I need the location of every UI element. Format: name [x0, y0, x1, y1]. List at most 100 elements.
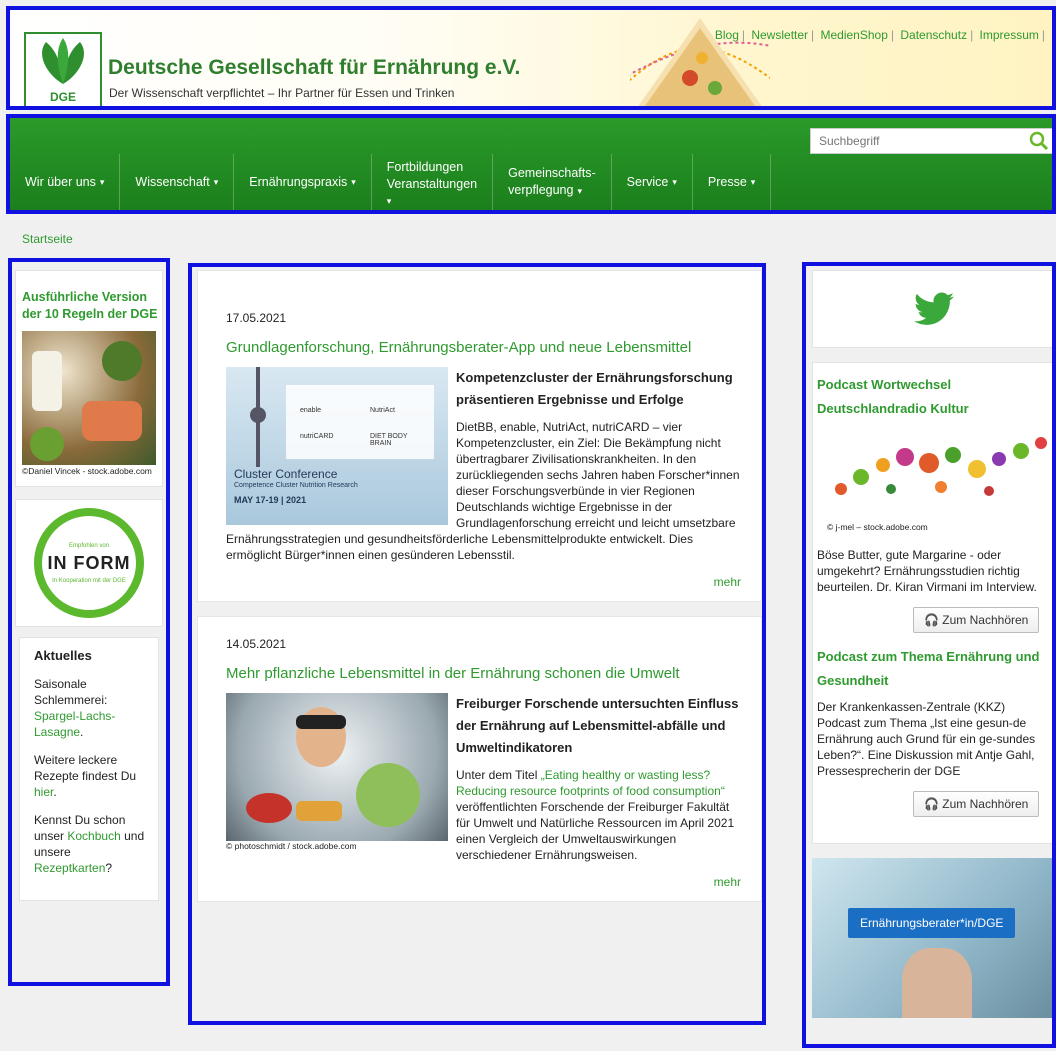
link-impressum[interactable]: Impressum	[980, 28, 1039, 42]
left-sidebar: Ausführliche Version der 10 Regeln der D…	[15, 270, 163, 901]
nav-item-wir-ueber-uns[interactable]: Wir über uns ▾	[10, 154, 121, 210]
aktuelles-heading: Aktuelles	[34, 648, 92, 663]
ernaehrungsberater-teaser[interactable]: Ernährungsberater*in/DGE	[812, 858, 1056, 1018]
caret-down-icon: ▾	[386, 195, 392, 206]
image-date: MAY 17-19 | 2021	[234, 495, 307, 505]
more-link[interactable]: mehr	[714, 875, 741, 889]
caret-down-icon: ▾	[750, 176, 756, 187]
regeln-title[interactable]: Ausführliche Version der 10 Regeln der D…	[16, 271, 162, 323]
top-links: Blog | Newsletter | MedienShop | Datenschut…	[714, 28, 1045, 42]
aktuelles-text: Saisonale Schlemmerei:	[34, 677, 108, 707]
nav-label: Wir über uns	[25, 174, 96, 189]
article-date: 14.05.2021	[226, 637, 287, 651]
listen-button[interactable]: 🎧 Zum Nachhören	[913, 607, 1040, 633]
headphones-icon: 🎧	[924, 797, 939, 811]
twitter-box[interactable]	[812, 270, 1056, 348]
logo-nutriact: NutriAct	[370, 407, 395, 414]
headphones-icon: 🎧	[924, 613, 939, 627]
nav-item-service[interactable]: Service ▾	[612, 154, 693, 210]
inform-logo-text: IN FORM	[47, 552, 131, 573]
nav-bar: Wir über uns ▾ Wissenschaft ▾ Ernährungspr…	[10, 154, 1056, 210]
nav-label: Fortbildungen	[386, 159, 464, 174]
article-text-part: veröffentlichten Forschende der Freiburg…	[456, 800, 735, 862]
nav-label: Ernährungspraxis	[249, 174, 348, 189]
podcast-title[interactable]: Podcast zum Thema Ernährung und Gesundhe…	[817, 645, 1049, 693]
link-datenschutz[interactable]: Datenschutz	[900, 28, 967, 42]
breadcrumb-startseite[interactable]: Startseite	[22, 232, 73, 246]
link-blog[interactable]: Blog	[715, 28, 739, 42]
article-title[interactable]: Grundlagenforschung, Ernährungsberater-A…	[226, 337, 741, 359]
podcast-title[interactable]: Podcast Wortwechsel Deutschlandradio Kul…	[817, 373, 1049, 421]
caret-down-icon: ▾	[213, 176, 219, 187]
inform-badge[interactable]: Empfohlen von IN FORM In Kooperation mit…	[15, 499, 163, 627]
search-box	[810, 128, 1056, 154]
aktuelles-text: .	[53, 785, 57, 799]
link-newsletter[interactable]: Newsletter	[751, 28, 808, 42]
regeln-teaser[interactable]: Ausführliche Version der 10 Regeln der D…	[15, 270, 163, 487]
link-kochbuch[interactable]: Kochbuch	[67, 829, 120, 843]
nav-label-line2: verpflegung	[508, 182, 574, 197]
aktuelles-box: Aktuelles Saisonale Schlemmerei: Spargel-…	[19, 637, 159, 901]
site-subtitle: Der Wissenschaft verpflichtet – Ihr Part…	[109, 86, 455, 100]
nav-label-line2: Veranstaltungen	[386, 176, 478, 191]
inform-logo: Empfohlen von IN FORM In Kooperation mit…	[34, 508, 144, 618]
search-icon[interactable]	[1029, 131, 1049, 151]
healthy-food-image[interactable]	[22, 331, 156, 465]
link-medienshop[interactable]: MedienShop	[821, 28, 888, 42]
aktuelles-text: ?	[105, 861, 113, 875]
logo-dietbb: DIET BODY BRAIN	[370, 433, 408, 447]
site-header: DGE Deutsche Gesellschaft für Ernährung …	[10, 10, 1056, 108]
nav-item-gemeinschaftsverpflegung[interactable]: Gemeinschafts- verpflegung ▾	[493, 154, 612, 210]
news-column: 17.05.2021 Grundlagenforschung, Ernährun…	[197, 270, 762, 916]
twitter-bird-icon	[914, 292, 954, 325]
podcast-description: Böse Butter, gute Margarine - oder umgek…	[817, 548, 1037, 594]
logo-text: DGE	[49, 90, 76, 104]
nav-label: Gemeinschafts-	[508, 165, 596, 180]
caret-down-icon: ▾	[351, 176, 356, 187]
listen-button-label: Zum Nachhören	[942, 797, 1029, 811]
listen-button-label: Zum Nachhören	[942, 613, 1029, 627]
image-subtitle: Competence Cluster Nutrition Research	[234, 482, 358, 489]
listen-button[interactable]: 🎧 Zum Nachhören	[913, 791, 1040, 817]
aktuelles-text: .	[80, 725, 84, 739]
caret-down-icon: ▾	[577, 185, 582, 196]
podcast-box: Podcast Wortwechsel Deutschlandradio Kul…	[812, 362, 1056, 844]
article-date: 17.05.2021	[226, 311, 287, 325]
inform-bottom-text: In Kooperation mit der DGE	[52, 577, 126, 584]
nav-item-fortbildungen[interactable]: Fortbildungen Veranstaltungen ▾	[372, 154, 494, 210]
link-rezeptkarten[interactable]: Rezeptkarten	[34, 861, 105, 875]
nav-label: Service	[626, 174, 669, 189]
image-credit: ©Daniel Vincek - stock.adobe.com	[22, 466, 152, 476]
nav-item-wissenschaft[interactable]: Wissenschaft ▾	[120, 154, 235, 210]
nav-label: Wissenschaft	[135, 174, 210, 189]
aktuelles-item: Kennst Du schon unser Kochbuch und unser…	[34, 812, 148, 876]
vegetables-illustration	[835, 437, 1047, 496]
inform-top-text: Empfohlen von	[68, 542, 110, 549]
aktuelles-item: Saisonale Schlemmerei: Spargel-Lachs-Lasa…	[34, 676, 148, 740]
news-article: 17.05.2021 Grundlagenforschung, Ernährun…	[197, 270, 762, 602]
link-spargel-lachs-lasagne[interactable]: Spargel-Lachs-Lasagne	[34, 709, 115, 739]
more-link[interactable]: mehr	[714, 575, 741, 589]
nav-item-presse[interactable]: Presse ▾	[693, 154, 772, 210]
link-hier[interactable]: hier	[34, 785, 53, 799]
right-sidebar: Podcast Wortwechsel Deutschlandradio Kul…	[812, 270, 1056, 1018]
dge-logo[interactable]: DGE	[24, 32, 102, 108]
search-input[interactable]	[811, 130, 1011, 152]
leaf-logo-icon	[42, 38, 84, 84]
image-title: Cluster Conference	[234, 467, 338, 481]
caret-down-icon: ▾	[672, 176, 677, 187]
podcast-description: Der Krankenkassen-Zentrale (KKZ) Podcast…	[817, 700, 1036, 778]
ernaehrungsberater-button[interactable]: Ernährungsberater*in/DGE	[848, 908, 1016, 938]
news-article: 14.05.2021 Mehr pflanzliche Lebensmittel…	[197, 616, 762, 902]
nav-item-ernaehrungspraxis[interactable]: Ernährungspraxis ▾	[234, 154, 372, 210]
cluster-conference-image[interactable]: enable NutriAct nutriCARD DIET BODY BRAI…	[226, 367, 448, 525]
main-navigation: Wir über uns▾ Wissenschaft▾ Ernährungspr…	[10, 118, 1056, 210]
hand-image	[902, 948, 972, 1018]
fridge-image[interactable]	[226, 693, 448, 841]
caret-down-icon: ▾	[99, 176, 105, 187]
logo-enable: enable	[300, 407, 322, 414]
site-title[interactable]: Deutsche Gesellschaft für Ernährung e.V.	[108, 56, 520, 80]
image-credit: © j-mel – stock.adobe.com	[827, 522, 928, 532]
article-title[interactable]: Mehr pflanzliche Lebensmittel in der Ern…	[226, 663, 741, 685]
aktuelles-item: Weitere leckere Rezepte findest Du hier.	[34, 752, 148, 800]
